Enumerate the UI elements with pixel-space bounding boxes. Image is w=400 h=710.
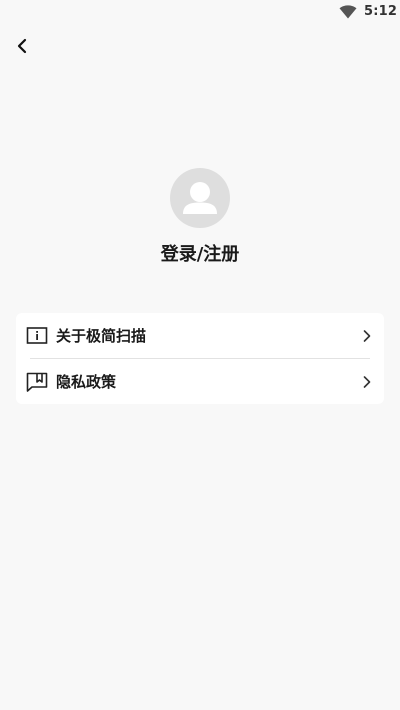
menu-item-about[interactable]: 关于极简扫描 (16, 313, 384, 358)
chevron-left-icon (17, 38, 27, 54)
privacy-flag-icon (26, 372, 48, 392)
status-time: 5:12 (364, 4, 398, 19)
menu-item-label: 关于极简扫描 (56, 327, 147, 345)
user-avatar[interactable] (170, 168, 230, 228)
back-button[interactable] (8, 32, 36, 60)
login-register-link[interactable]: 登录/注册 (0, 240, 400, 266)
chevron-right-icon (363, 329, 371, 342)
menu-item-label: 隐私政策 (56, 373, 117, 391)
status-bar: 5:12 (0, 0, 400, 24)
info-icon (26, 326, 48, 344)
user-avatar-icon (183, 182, 217, 214)
wifi-icon (339, 5, 357, 19)
profile-screen: 5:12 登录/注册 关于极简扫描 隐私政策 (0, 0, 400, 710)
settings-menu: 关于极简扫描 隐私政策 (16, 313, 384, 404)
menu-item-privacy-policy[interactable]: 隐私政策 (16, 359, 384, 404)
chevron-right-icon (363, 375, 371, 388)
